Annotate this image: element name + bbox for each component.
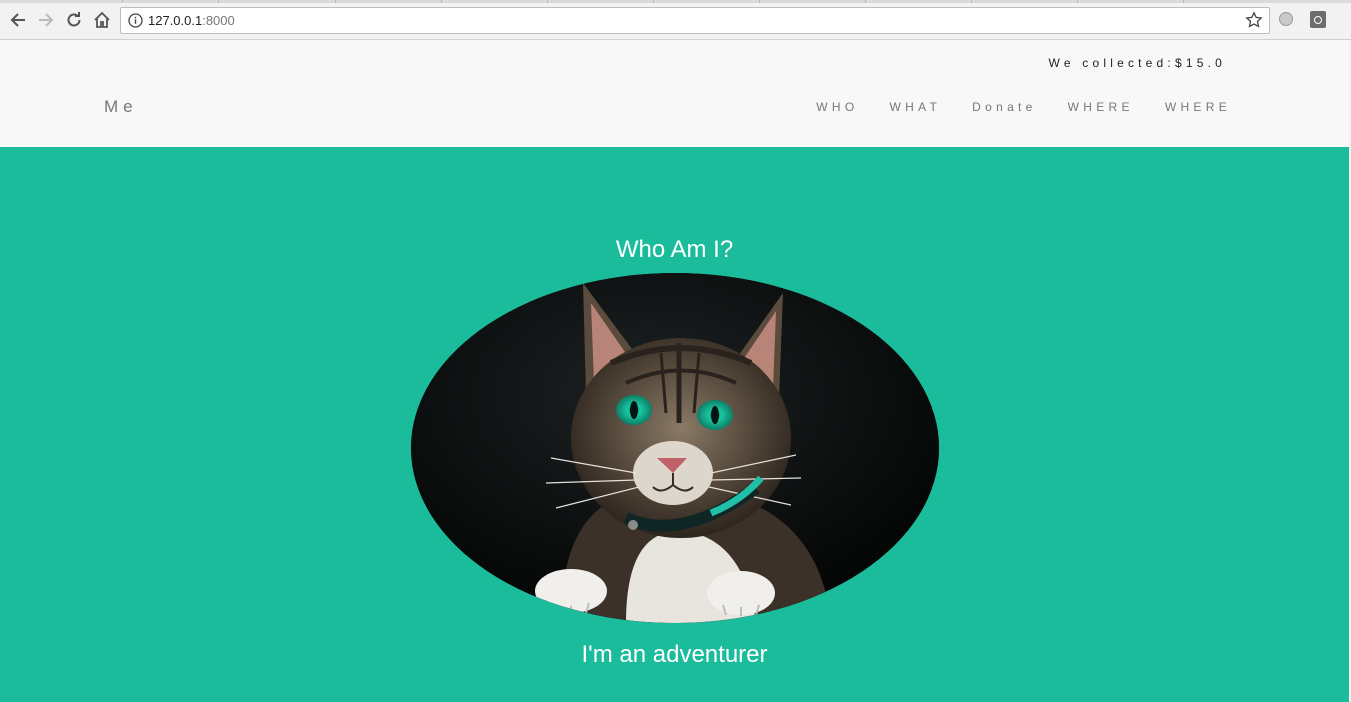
address-bar[interactable]: 127.0.0.1:8000 <box>120 7 1270 34</box>
url-host: 127.0.0.1 <box>148 13 203 28</box>
extension-bag-icon[interactable] <box>1310 11 1326 28</box>
nav-item-who[interactable]: WHO <box>816 100 858 114</box>
nav-item-where-2[interactable]: WHERE <box>1165 100 1231 114</box>
collected-amount: We collected:$15.0 <box>1048 56 1226 70</box>
arrow-left-icon <box>10 13 25 27</box>
nav-item-where[interactable]: WHERE <box>1068 100 1134 114</box>
cat-photo <box>411 273 939 623</box>
nav-item-what[interactable]: WHAT <box>890 100 942 114</box>
forward-button[interactable] <box>35 9 57 31</box>
info-icon[interactable] <box>128 13 143 28</box>
hero-caption: I'm an adventurer <box>581 641 768 668</box>
home-button[interactable] <box>91 9 113 31</box>
browser-toolbar: 127.0.0.1:8000 <box>0 0 1351 40</box>
url-text[interactable]: 127.0.0.1:8000 <box>148 13 235 28</box>
nav-item-donate[interactable]: Donate <box>972 100 1037 114</box>
extension-icon[interactable] <box>1279 12 1293 26</box>
cat-illustration <box>411 273 939 623</box>
back-button[interactable] <box>7 9 29 31</box>
bookmark-star-icon[interactable] <box>1245 11 1263 29</box>
site-header: We collected:$15.0 Me WHO WHAT Donate WH… <box>0 40 1351 147</box>
hero-section: Who Am I? I'm an adventurer <box>0 147 1351 702</box>
arrow-right-icon <box>39 13 54 27</box>
home-icon <box>94 11 110 28</box>
reload-button[interactable] <box>63 9 85 31</box>
url-port: :8000 <box>202 13 235 28</box>
tab-strip[interactable] <box>0 0 1351 3</box>
main-nav: WHO WHAT Donate WHERE WHERE <box>785 100 1231 114</box>
hero-title: Who Am I? <box>615 236 734 263</box>
reload-icon <box>67 12 81 27</box>
brand-logo[interactable]: Me <box>104 97 138 117</box>
